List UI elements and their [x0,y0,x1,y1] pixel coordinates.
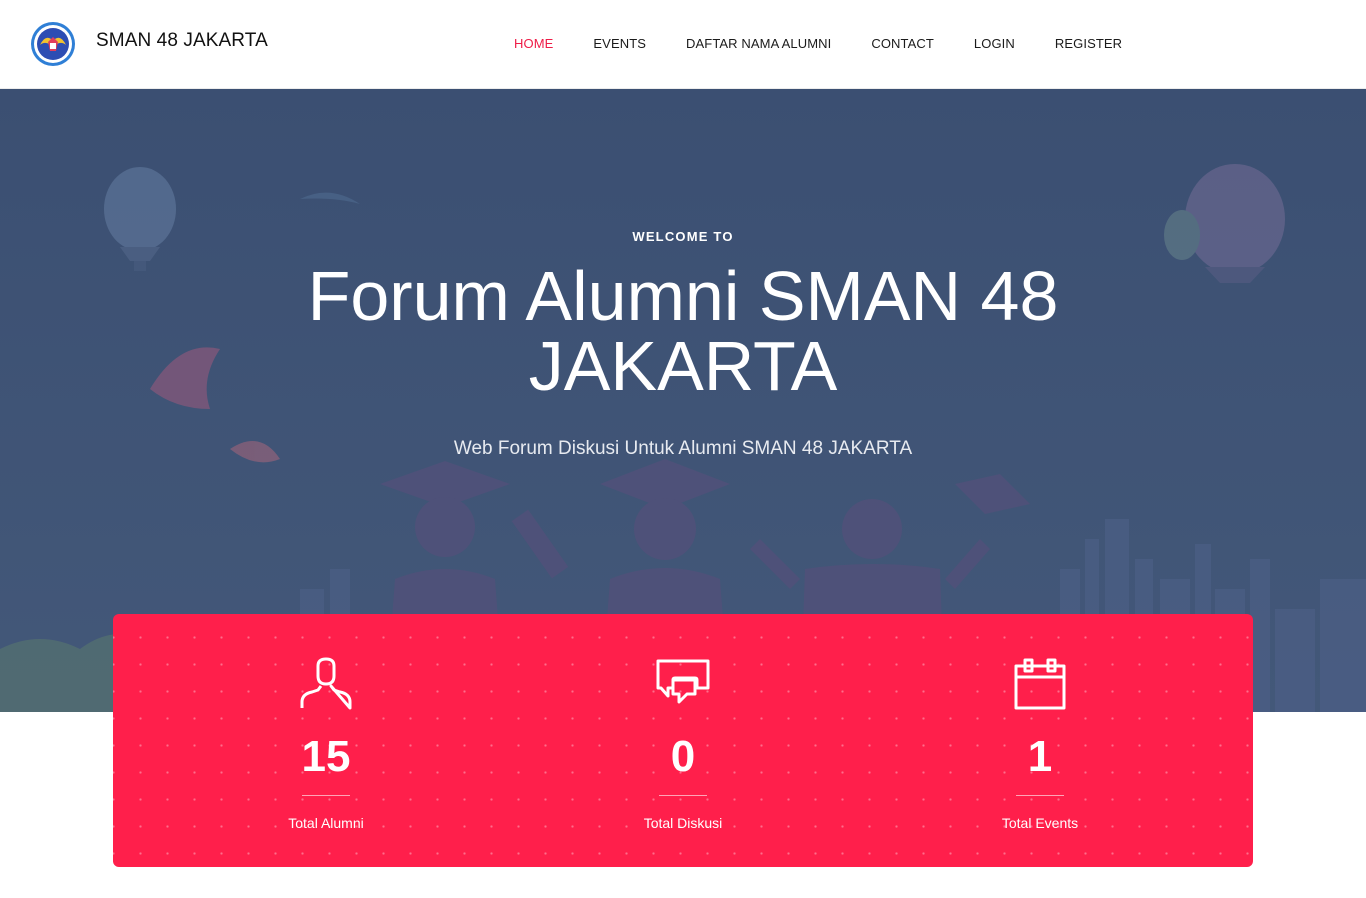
nav-daftar-nama-alumni[interactable]: DAFTAR NAMA ALUMNI [686,36,831,52]
stat-label: Total Alumni [288,815,364,831]
brand-name: SMAN 48 JAKARTA [96,30,268,51]
school-logo [31,22,75,66]
calendar-icon [1014,658,1066,710]
stats-card: 15 Total Alumni 0 Total Diskusi 1 Total … [113,614,1253,867]
main-nav: HOME EVENTS DAFTAR NAMA ALUMNI CONTACT L… [514,36,1162,52]
user-icon [300,657,352,710]
stat-value: 0 [670,732,696,781]
nav-home[interactable]: HOME [514,36,553,52]
nav-register[interactable]: REGISTER [1055,36,1122,52]
nav-events[interactable]: EVENTS [593,36,646,52]
stat-total-events: 1 Total Events [940,656,1140,831]
hero-title: Forum Alumni SMAN 48 JAKARTA [307,257,1059,405]
stat-label: Total Diskusi [643,815,723,831]
brand-link[interactable]: SMAN 48 JAKARTA [30,20,268,68]
stat-divider [1016,795,1064,796]
nav-contact[interactable]: CONTACT [871,36,934,52]
hero-subtitle: Web Forum Diskusi Untuk Alumni SMAN 48 J… [453,438,913,459]
stat-label: Total Events [1001,815,1079,831]
stat-value: 15 [301,732,351,781]
chat-icon [656,659,710,704]
stat-value: 1 [1027,732,1053,781]
stat-divider [659,795,707,796]
site-header: SMAN 48 JAKARTA HOME EVENTS DAFTAR NAMA … [0,0,1366,89]
stat-divider [302,795,350,796]
stat-total-alumni: 15 Total Alumni [226,656,426,831]
stat-total-diskusi: 0 Total Diskusi [583,656,783,831]
nav-login[interactable]: LOGIN [974,36,1015,52]
hero-kicker: WELCOME TO [632,229,734,244]
